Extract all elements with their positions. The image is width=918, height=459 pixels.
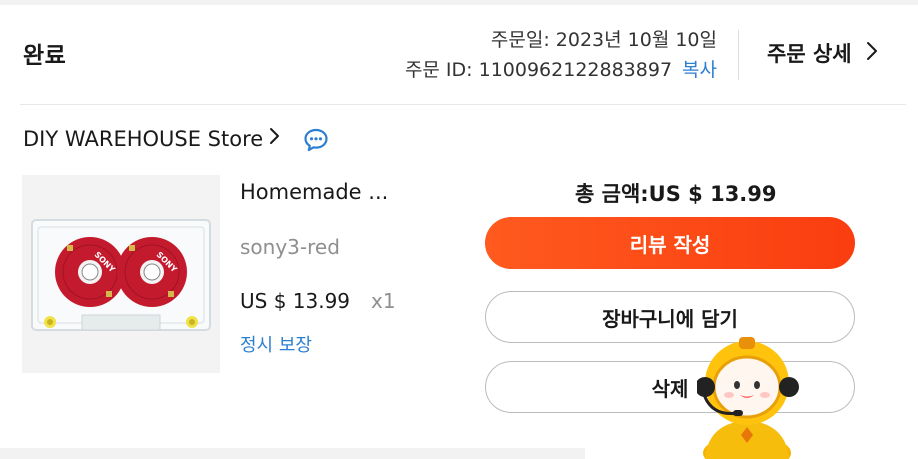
write-review-button[interactable]: 리뷰 작성	[485, 217, 855, 269]
order-meta: 주문일: 2023년 10월 10일 주문 ID: 11009621228838…	[405, 25, 717, 85]
product-name[interactable]: Homemade ...	[240, 180, 388, 204]
copy-order-id-link[interactable]: 복사	[682, 59, 717, 81]
astronaut-mascot-icon[interactable]	[695, 335, 807, 459]
cassette-image: SONY SONY	[22, 175, 220, 373]
order-status: 완료	[23, 43, 67, 69]
order-id-row: 주문 ID: 1100962122883897 복사	[405, 55, 717, 85]
product-quantity: x1	[371, 289, 396, 313]
chevron-right-icon	[866, 41, 878, 66]
order-id: 주문 ID: 1100962122883897	[404, 59, 673, 81]
chevron-right-icon	[269, 126, 281, 151]
header-vertical-divider	[738, 30, 739, 80]
product-variant: sony3-red	[240, 235, 340, 259]
header-divider	[20, 104, 906, 105]
top-divider-strip	[0, 0, 918, 5]
product-price: US $ 13.99	[240, 289, 351, 313]
chat-bubble-icon[interactable]	[303, 127, 329, 157]
on-time-guarantee-link[interactable]: 정시 보장	[240, 331, 312, 357]
store-link[interactable]: DIY WAREHOUSE Store	[23, 126, 281, 151]
store-name: DIY WAREHOUSE Store	[23, 126, 264, 151]
order-total: 총 금액:US $ 13.99	[575, 182, 777, 206]
order-detail-label: 주문 상세	[767, 42, 852, 66]
order-detail-link[interactable]: 주문 상세	[767, 38, 878, 68]
order-date: 주문일: 2023년 10월 10일	[490, 29, 717, 51]
product-thumbnail[interactable]: SONY SONY	[22, 175, 220, 373]
bottom-divider-strip	[0, 448, 585, 459]
